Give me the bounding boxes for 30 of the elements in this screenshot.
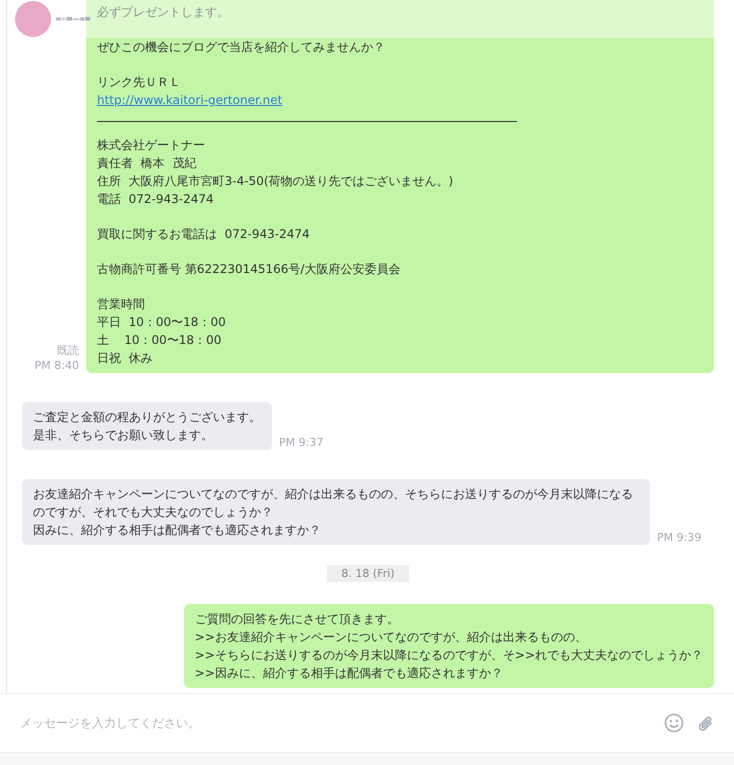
message-text: 必ずプレゼントします。 xyxy=(97,4,230,21)
message-text: リンク先ＵＲＬ xyxy=(97,74,182,91)
message-text: 是非、そちらでお願い致します。 xyxy=(33,427,214,444)
read-receipt: 既読 xyxy=(57,343,79,358)
message-text: 古物商許可番号 第622230145166号/大阪府公安委員会 xyxy=(97,261,402,278)
message-text: 買取に関するお電話は 072-943-2474 xyxy=(97,226,311,243)
pixelated-name-drawing xyxy=(56,15,90,23)
message-text: >>そちらにお送りするのが今月末以降になるのですが、そ>>れでも大丈夫なのでしょうか？ xyxy=(194,647,703,664)
avatar-icon[interactable] xyxy=(15,1,51,37)
message-text: 日祝 休み xyxy=(97,350,154,367)
message-text: ご質問の回答を先にさせて頂きます。 xyxy=(194,611,400,628)
message-text: 土 10：00〜18：00 xyxy=(97,332,222,349)
message-text: >>お友達紹介キャンペーンについてなのですが、紹介は出来るものの、 xyxy=(194,629,588,646)
message-text: 因みに、紹介する相手は配偶者でも適応されますか？ xyxy=(33,522,322,539)
message-text: 株式会社ゲートナー xyxy=(97,137,206,154)
message-text: 責任者 橋本 茂紀 xyxy=(97,155,198,172)
message-text: 営業時間 xyxy=(97,296,146,313)
message-time: PM 9:37 xyxy=(279,435,324,450)
message-link[interactable]: http://www.kaitori-gertoner.net xyxy=(97,91,282,109)
message-text: 住所 大阪府八尾市宮町3-4-50(荷物の送り先ではございません。) xyxy=(97,173,454,190)
date-separator: 8. 18 (Fri) xyxy=(327,565,409,582)
message-text: ご査定と金額の程ありがとうございます。 xyxy=(33,409,261,426)
message-time: PM 9:39 xyxy=(657,530,702,545)
message-text: 平日 10：00〜18：00 xyxy=(97,314,227,331)
message-text: 電話 072-943-2474 xyxy=(97,191,215,208)
message-text: お友達紹介キャンペーンについてなのですが、紹介は出来るものの、そちらにお送りするのが今月末以降になるのですが、それでも大丈夫なのでしょうか？ xyxy=(33,486,634,521)
smiley-icon[interactable] xyxy=(664,713,684,733)
message-time: PM 8:40 xyxy=(34,358,79,373)
message-text: >>因みに、紹介する相手は配偶者でも適応されますか？ xyxy=(194,665,504,682)
message-text: ぜひこの機会にブログで当店を紹介してみませんか？ xyxy=(97,39,386,56)
